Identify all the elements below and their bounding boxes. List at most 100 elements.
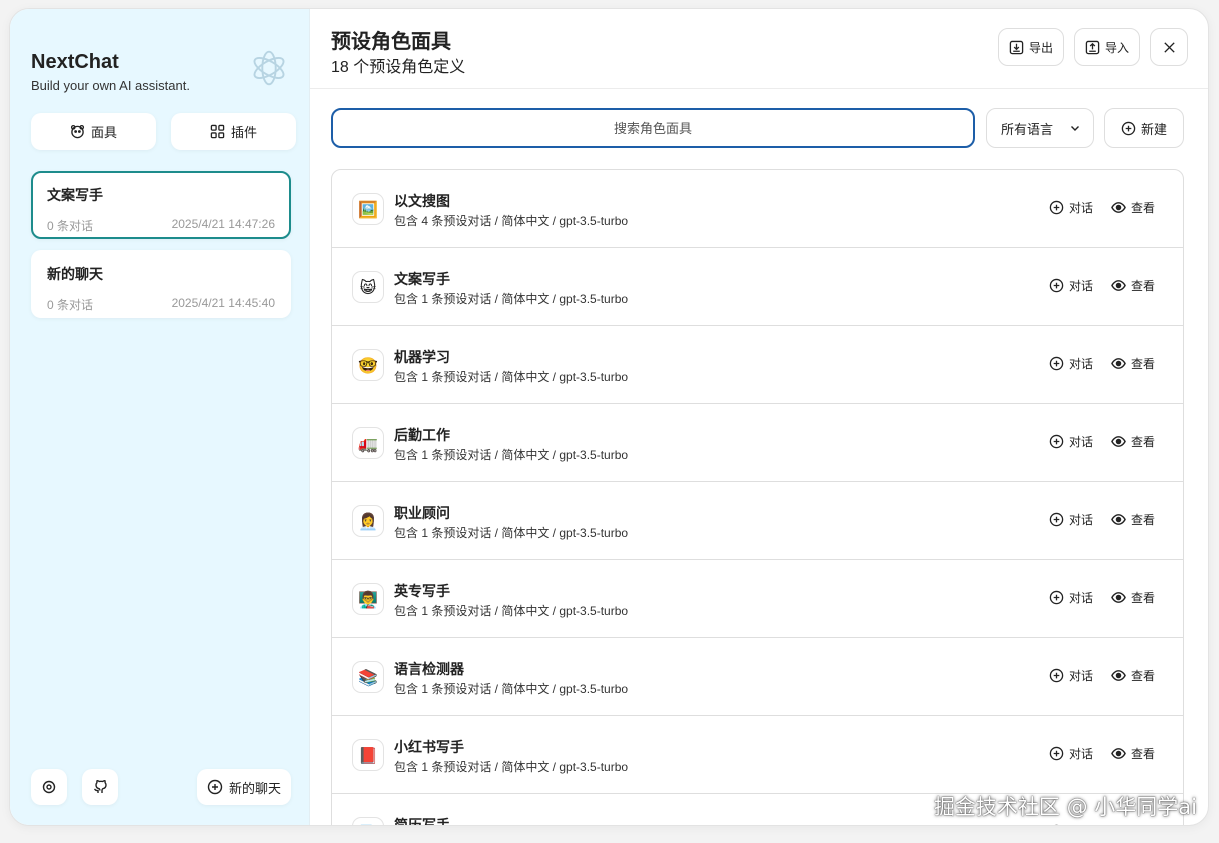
mask-list: 🖼️ 以文搜图 包含 4 条预设对话 / 简体中文 / gpt-3.5-turb… bbox=[331, 169, 1184, 826]
new-mask-button[interactable]: 新建 bbox=[1104, 108, 1184, 148]
plugin-button-label: 插件 bbox=[230, 125, 257, 140]
chat-label: 对话 bbox=[1068, 201, 1093, 215]
chat-count: 0 条对话 bbox=[47, 298, 94, 312]
chat-count: 0 条对话 bbox=[47, 219, 94, 233]
mask-avatar: 🚛 bbox=[352, 427, 384, 459]
view-mask-button[interactable]: 查看 bbox=[1111, 589, 1155, 606]
upload-icon bbox=[1085, 40, 1100, 54]
eye-icon bbox=[1111, 202, 1126, 213]
import-label: 导入 bbox=[1104, 40, 1129, 55]
watermark: 掘金技术社区 @ 小华同学ai bbox=[933, 795, 1197, 819]
openai-logo-icon bbox=[253, 50, 285, 86]
view-mask-button[interactable]: 查看 bbox=[1111, 433, 1155, 450]
search-input[interactable] bbox=[331, 108, 975, 148]
chat-with-mask-button[interactable]: 对话 bbox=[1049, 355, 1093, 372]
view-label: 查看 bbox=[1130, 357, 1155, 371]
page-header: 预设角色面具 18 个预设角色定义 导出 导入 bbox=[310, 9, 1208, 89]
mask-icon bbox=[70, 124, 85, 139]
mask-avatar: 📕 bbox=[352, 739, 384, 771]
plugin-button[interactable]: 插件 bbox=[171, 113, 296, 150]
language-select[interactable]: 所有语言 bbox=[986, 108, 1094, 148]
mask-list-item: 📕 小红书写手 包含 1 条预设对话 / 简体中文 / gpt-3.5-turb… bbox=[332, 716, 1183, 794]
chat-list: 文案写手 0 条对话 2025/4/21 14:47:26 新的聊天 0 条对话… bbox=[31, 171, 291, 329]
mask-description: 包含 1 条预设对话 / 简体中文 / gpt-3.5-turbo bbox=[394, 526, 629, 540]
mask-description: 包含 1 条预设对话 / 简体中文 / gpt-3.5-turbo bbox=[394, 370, 629, 384]
eye-icon bbox=[1111, 358, 1126, 369]
view-mask-button[interactable]: 查看 bbox=[1111, 355, 1155, 372]
chat-label: 对话 bbox=[1068, 513, 1093, 527]
chat-item[interactable]: 文案写手 0 条对话 2025/4/21 14:47:26 bbox=[31, 171, 291, 239]
mask-name: 简历写手 bbox=[394, 817, 450, 826]
chat-time: 2025/4/21 14:45:40 bbox=[171, 296, 275, 310]
chat-with-mask-button[interactable]: 对话 bbox=[1049, 433, 1093, 450]
mask-avatar: 🖼️ bbox=[352, 193, 384, 225]
view-label: 查看 bbox=[1130, 669, 1155, 683]
view-mask-button[interactable]: 查看 bbox=[1111, 823, 1155, 826]
view-label: 查看 bbox=[1130, 279, 1155, 293]
mask-name: 英专写手 bbox=[394, 583, 450, 599]
close-button[interactable] bbox=[1150, 28, 1188, 66]
export-button[interactable]: 导出 bbox=[997, 28, 1064, 66]
mask-avatar: 📄 bbox=[352, 817, 384, 825]
github-button[interactable] bbox=[82, 769, 118, 805]
add-circle-icon bbox=[1049, 278, 1064, 293]
settings-button[interactable] bbox=[31, 769, 67, 805]
view-label: 查看 bbox=[1130, 747, 1155, 761]
mask-name: 小红书写手 bbox=[394, 739, 464, 755]
eye-icon bbox=[1111, 824, 1126, 826]
app-window: NextChat Build your own AI assistant. 面具 bbox=[9, 8, 1209, 826]
import-button[interactable]: 导入 bbox=[1073, 28, 1140, 66]
plugin-grid-icon bbox=[210, 124, 225, 139]
eye-icon bbox=[1111, 592, 1126, 603]
add-circle-icon bbox=[1049, 356, 1064, 371]
mask-list-item: 🤓 机器学习 包含 1 条预设对话 / 简体中文 / gpt-3.5-turbo… bbox=[332, 326, 1183, 404]
chat-with-mask-button[interactable]: 对话 bbox=[1049, 589, 1093, 606]
add-circle-icon bbox=[1049, 590, 1064, 605]
language-select-value: 所有语言 bbox=[1001, 121, 1054, 137]
mask-description: 包含 1 条预设对话 / 简体中文 / gpt-3.5-turbo bbox=[394, 292, 629, 306]
sidebar: NextChat Build your own AI assistant. 面具 bbox=[10, 9, 310, 825]
mask-button[interactable]: 面具 bbox=[31, 113, 156, 150]
brand: NextChat Build your own AI assistant. bbox=[31, 51, 190, 93]
chat-label: 对话 bbox=[1068, 357, 1093, 371]
new-chat-label: 新的聊天 bbox=[228, 780, 281, 796]
eye-icon bbox=[1111, 670, 1126, 681]
mask-list-item: 👨‍🏫 英专写手 包含 1 条预设对话 / 简体中文 / gpt-3.5-tur… bbox=[332, 560, 1183, 638]
app-title: NextChat bbox=[31, 51, 119, 73]
chevron-down-icon bbox=[1071, 126, 1079, 131]
chat-item[interactable]: 新的聊天 0 条对话 2025/4/21 14:45:40 bbox=[31, 250, 291, 318]
view-label: 查看 bbox=[1130, 591, 1155, 605]
mask-description: 包含 4 条预设对话 / 简体中文 / gpt-3.5-turbo bbox=[394, 214, 629, 228]
add-circle-icon bbox=[1049, 668, 1064, 683]
chat-with-mask-button[interactable]: 对话 bbox=[1049, 823, 1093, 825]
view-mask-button[interactable]: 查看 bbox=[1111, 745, 1155, 762]
view-label: 查看 bbox=[1130, 201, 1155, 215]
add-circle-icon bbox=[1049, 512, 1064, 527]
github-icon bbox=[93, 779, 107, 793]
view-label: 查看 bbox=[1130, 435, 1155, 449]
download-icon bbox=[1009, 40, 1024, 54]
mask-description: 包含 1 条预设对话 / 简体中文 / gpt-3.5-turbo bbox=[394, 682, 629, 696]
chat-with-mask-button[interactable]: 对话 bbox=[1049, 745, 1093, 762]
view-mask-button[interactable]: 查看 bbox=[1111, 277, 1155, 294]
mask-name: 机器学习 bbox=[394, 349, 450, 365]
chat-title: 新的聊天 bbox=[47, 266, 103, 282]
mask-page: 预设角色面具 18 个预设角色定义 导出 导入 搜索角色面具 所有语言 新建 🖼… bbox=[310, 9, 1208, 825]
chat-label: 对话 bbox=[1068, 669, 1093, 683]
view-mask-button[interactable]: 查看 bbox=[1111, 199, 1155, 216]
chat-with-mask-button[interactable]: 对话 bbox=[1049, 199, 1093, 216]
app-subtitle: Build your own AI assistant. bbox=[31, 78, 190, 93]
chat-with-mask-button[interactable]: 对话 bbox=[1049, 511, 1093, 528]
eye-icon bbox=[1111, 748, 1126, 759]
chat-with-mask-button[interactable]: 对话 bbox=[1049, 667, 1093, 684]
add-circle-icon bbox=[207, 779, 223, 795]
view-mask-button[interactable]: 查看 bbox=[1111, 667, 1155, 684]
eye-icon bbox=[1111, 436, 1126, 447]
mask-description: 包含 1 条预设对话 / 简体中文 / gpt-3.5-turbo bbox=[394, 448, 629, 462]
new-chat-button[interactable]: 新的聊天 bbox=[196, 769, 291, 805]
view-mask-button[interactable]: 查看 bbox=[1111, 511, 1155, 528]
mask-avatar: 👩‍💼 bbox=[352, 505, 384, 537]
mask-avatar: 📚 bbox=[352, 661, 384, 693]
chat-with-mask-button[interactable]: 对话 bbox=[1049, 277, 1093, 294]
mask-name: 语言检测器 bbox=[394, 661, 464, 677]
